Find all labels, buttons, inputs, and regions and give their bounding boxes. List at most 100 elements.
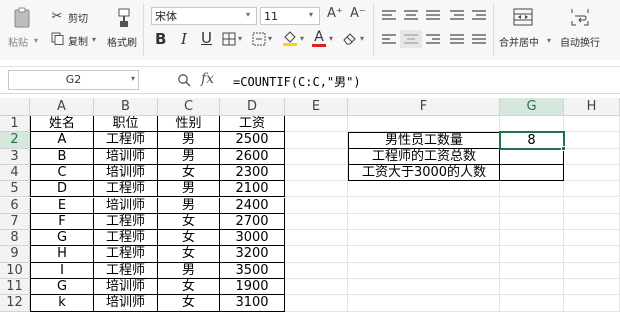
empty-cell[interactable] <box>500 116 564 133</box>
column-header-b[interactable]: B <box>94 98 158 116</box>
paste-icon[interactable] <box>8 6 36 30</box>
grow-font-icon[interactable]: A⁺ <box>327 6 343 21</box>
column-header-e[interactable]: E <box>285 98 348 116</box>
table-cell[interactable]: 男 <box>158 148 220 165</box>
summary-value[interactable] <box>500 164 564 182</box>
row-header[interactable]: 6 <box>0 197 30 214</box>
table-cell[interactable]: 男 <box>158 181 220 198</box>
table-cell[interactable]: 女 <box>158 213 220 231</box>
border-dropdown-icon[interactable]: ▾ <box>238 34 242 43</box>
table-cell[interactable]: 女 <box>158 246 220 263</box>
table-cell[interactable]: A <box>30 132 94 149</box>
empty-cell[interactable] <box>500 246 564 263</box>
empty-cell[interactable] <box>285 148 348 165</box>
empty-cell[interactable] <box>285 164 348 182</box>
table-cell[interactable]: 性别 <box>158 116 220 133</box>
row-header[interactable]: 12 <box>0 295 30 312</box>
select-all-corner[interactable] <box>0 98 30 116</box>
empty-cell[interactable] <box>564 262 620 279</box>
table-cell[interactable]: 培训师 <box>94 279 158 296</box>
name-box[interactable]: G2 <box>8 70 139 90</box>
column-header-h[interactable]: H <box>564 98 620 116</box>
table-cell[interactable]: 3100 <box>220 295 285 312</box>
column-header-g[interactable]: G <box>500 98 564 116</box>
summary-label[interactable]: 工资大于3000的人数 <box>348 164 500 182</box>
column-header-c[interactable]: C <box>158 98 220 116</box>
cell-style-icon[interactable] <box>251 31 267 47</box>
empty-cell[interactable] <box>500 295 564 312</box>
empty-cell[interactable] <box>348 197 500 214</box>
empty-cell[interactable] <box>285 279 348 296</box>
table-cell[interactable]: 女 <box>158 164 220 182</box>
wrap-text-button[interactable]: 自动换行 <box>560 34 600 49</box>
table-cell[interactable]: 2500 <box>220 132 285 149</box>
table-cell[interactable]: B <box>30 148 94 165</box>
table-cell[interactable]: G <box>30 279 94 296</box>
empty-cell[interactable] <box>285 262 348 279</box>
shrink-font-icon[interactable]: A⁻ <box>350 6 366 21</box>
table-cell[interactable]: 男 <box>158 262 220 279</box>
empty-cell[interactable] <box>564 279 620 296</box>
paste-dropdown-icon[interactable]: ▾ <box>34 36 38 45</box>
empty-cell[interactable] <box>564 213 620 231</box>
function-icon[interactable]: fx <box>201 71 214 87</box>
table-cell[interactable]: 男 <box>158 197 220 214</box>
table-cell[interactable]: 3000 <box>220 230 285 247</box>
column-header-f[interactable]: F <box>348 98 500 116</box>
table-cell[interactable]: 工程师 <box>94 262 158 279</box>
table-cell[interactable]: 女 <box>158 279 220 296</box>
fill-color-dropdown-icon[interactable]: ▾ <box>300 34 304 43</box>
empty-cell[interactable] <box>285 132 348 149</box>
table-cell[interactable]: I <box>30 262 94 279</box>
empty-cell[interactable] <box>500 213 564 231</box>
empty-cell[interactable] <box>500 197 564 214</box>
table-cell[interactable]: 工程师 <box>94 132 158 149</box>
row-header[interactable]: 2 <box>0 132 30 149</box>
summary-label[interactable]: 工程师的工资总数 <box>348 148 500 165</box>
empty-cell[interactable] <box>564 197 620 214</box>
empty-cell[interactable] <box>285 230 348 247</box>
table-cell[interactable]: 女 <box>158 295 220 312</box>
table-cell[interactable]: 2600 <box>220 148 285 165</box>
empty-cell[interactable] <box>285 116 348 133</box>
empty-cell[interactable] <box>564 230 620 247</box>
table-cell[interactable]: 培训师 <box>94 295 158 312</box>
paste-button[interactable]: 粘贴 <box>8 34 28 49</box>
name-box-dropdown-icon[interactable]: ▾ <box>131 74 135 83</box>
column-header-d[interactable]: D <box>220 98 285 116</box>
zoom-icon[interactable] <box>176 72 192 88</box>
empty-cell[interactable] <box>285 295 348 312</box>
table-cell[interactable]: 男 <box>158 132 220 149</box>
table-cell[interactable]: F <box>30 213 94 231</box>
font-color-dropdown-icon[interactable]: ▾ <box>329 34 333 43</box>
empty-cell[interactable] <box>348 262 500 279</box>
merge-dropdown-icon[interactable]: ▾ <box>547 36 551 45</box>
border-icon[interactable] <box>221 31 237 47</box>
empty-cell[interactable] <box>500 181 564 198</box>
table-cell[interactable]: 职位 <box>94 116 158 133</box>
copy-button[interactable]: 复制 <box>68 33 88 48</box>
row-header[interactable]: 1 <box>0 116 30 133</box>
empty-cell[interactable] <box>348 230 500 247</box>
table-cell[interactable]: 2300 <box>220 164 285 182</box>
table-cell[interactable]: 女 <box>158 230 220 247</box>
empty-cell[interactable] <box>285 246 348 263</box>
table-cell[interactable]: 工程师 <box>94 181 158 198</box>
empty-cell[interactable] <box>348 279 500 296</box>
table-cell[interactable]: 3200 <box>220 246 285 263</box>
row-header[interactable]: 8 <box>0 230 30 247</box>
font-name-dropdown-icon[interactable]: ▾ <box>246 10 250 19</box>
empty-cell[interactable] <box>564 246 620 263</box>
table-cell[interactable]: E <box>30 197 94 214</box>
empty-cell[interactable] <box>348 116 500 133</box>
underline-button[interactable]: U <box>201 29 212 47</box>
merge-center-button[interactable]: 合并居中 <box>499 34 539 49</box>
row-header[interactable]: 10 <box>0 262 30 279</box>
summary-label[interactable]: 男性员工数量 <box>348 132 500 149</box>
empty-cell[interactable] <box>564 164 620 182</box>
font-name-select[interactable]: 宋体 <box>151 7 257 25</box>
eraser-icon[interactable] <box>341 30 359 46</box>
empty-cell[interactable] <box>285 181 348 198</box>
empty-cell[interactable] <box>285 213 348 231</box>
column-header-a[interactable]: A <box>30 98 94 116</box>
